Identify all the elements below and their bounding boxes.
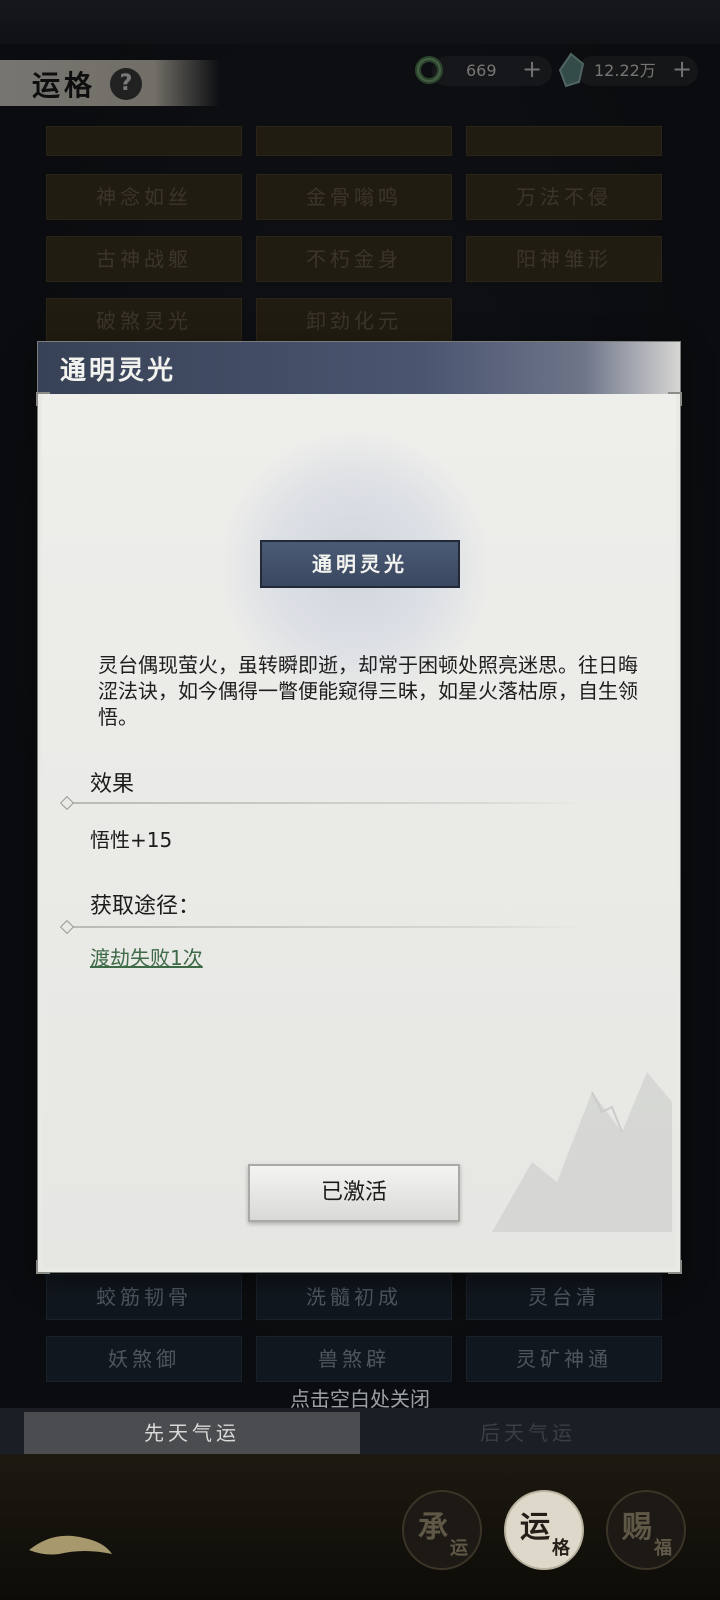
nav-sublabel: 运	[450, 1538, 468, 1559]
source-label: 获取途径：	[90, 894, 201, 919]
description-text: 灵台偶现萤火，虽转瞬即逝，却常于困顿处照亮迷思。往日晦涩法诀，如今偶得一瞥便能窥…	[98, 653, 638, 729]
activated-button[interactable]: 已激活	[248, 1164, 460, 1222]
tab-acquired-fortune[interactable]: 后天气运	[360, 1412, 696, 1454]
tab-innate-fortune[interactable]: 先天气运	[24, 1412, 360, 1454]
effect-value: 悟性+15	[90, 828, 173, 852]
nav-yunge-button[interactable]: 运 格	[504, 1490, 584, 1570]
nav-label: 运	[520, 1510, 550, 1545]
effect-divider	[59, 795, 586, 811]
nav-label: 赐	[622, 1510, 652, 1545]
nav-cifu-button[interactable]: 赐 福	[606, 1490, 686, 1570]
brush-icon	[29, 1535, 112, 1555]
nav-sublabel: 格	[552, 1538, 570, 1559]
corner-ornament	[36, 392, 50, 406]
source-divider	[59, 919, 586, 935]
effect-label: 效果	[90, 772, 135, 797]
corner-ornament	[668, 1260, 682, 1274]
nav-chengyun-button[interactable]: 承 运	[402, 1490, 482, 1570]
mountain-decoration	[492, 1072, 672, 1232]
name-plate: 通明灵光	[260, 540, 460, 588]
source-link[interactable]: 渡劫失败1次	[90, 942, 203, 971]
nav-sublabel: 福	[654, 1538, 672, 1559]
modal-title: 通明灵光	[60, 356, 177, 386]
nav-label: 承	[418, 1510, 448, 1545]
detail-modal: 通明灵光 通明灵光 灵台偶现萤火，虽转瞬即逝，却常于困顿处照亮迷思。往日晦涩法诀…	[36, 342, 682, 1274]
corner-ornament	[668, 392, 682, 406]
corner-ornament	[36, 1260, 50, 1274]
